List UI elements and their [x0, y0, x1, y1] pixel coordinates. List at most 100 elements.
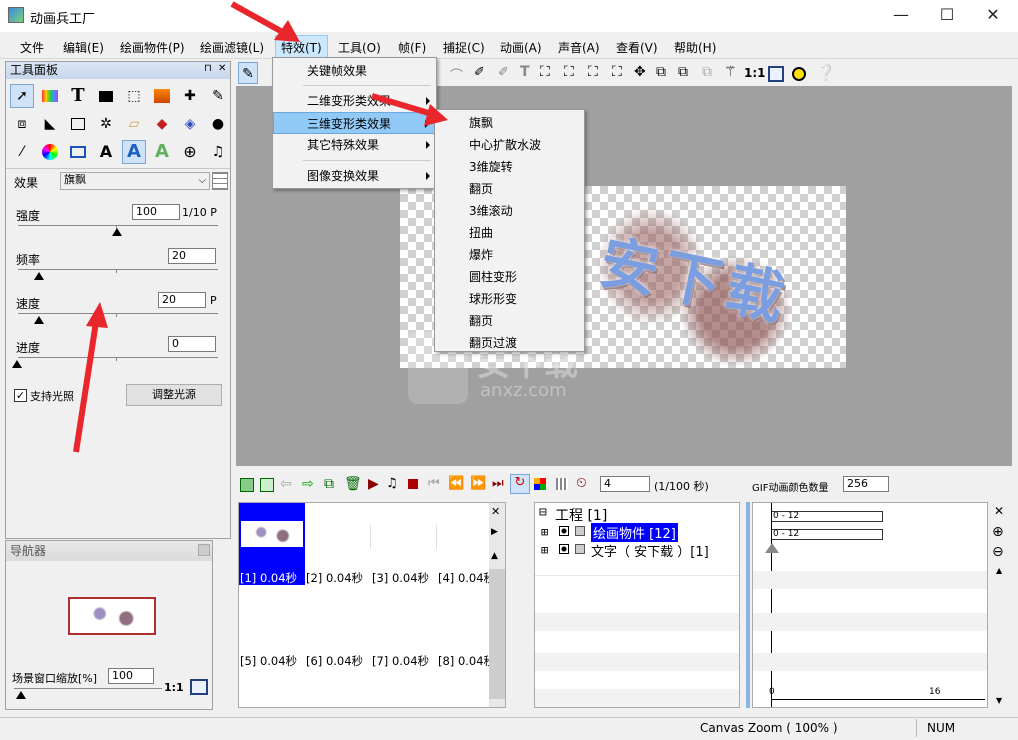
text-tool-icon[interactable]: T — [66, 84, 90, 108]
duplicate-icon[interactable]: ⧉ — [324, 476, 334, 492]
visibility-icon[interactable] — [559, 526, 569, 536]
scene-zoom-slider-thumb[interactable] — [16, 691, 26, 699]
menu-help[interactable]: 帮助(H) — [674, 39, 716, 56]
forward-icon[interactable]: ⏩ — [470, 476, 486, 491]
group-icon[interactable]: ⧉ — [678, 64, 688, 80]
frames-scroll-up-icon[interactable]: ▲ — [491, 551, 498, 561]
frames-scroll-thumb[interactable] — [489, 569, 505, 699]
dither-icon[interactable] — [556, 478, 568, 490]
eraser-tool-icon[interactable]: ▱ — [122, 112, 146, 136]
add-point-tool-icon[interactable]: ✚ — [178, 84, 202, 108]
effect-text-tool-icon[interactable]: A — [122, 140, 146, 164]
tree-expand-icon[interactable]: ⊞ — [541, 525, 548, 539]
submenu-sphere[interactable]: 球形形变 — [435, 288, 584, 310]
frames-scroll-right-icon[interactable]: ▶ — [491, 527, 498, 537]
panel-close-icon[interactable]: ✕ — [218, 63, 226, 74]
menu-paint-objects[interactable]: 绘画物件(P) — [120, 39, 185, 56]
transform-c-icon[interactable]: ⛶ — [588, 64, 598, 80]
navigator-close-icon[interactable] — [198, 544, 210, 556]
menu-tools[interactable]: 工具(O) — [338, 39, 381, 56]
menu-3d-transform[interactable]: 三维变形类效果 — [273, 112, 436, 134]
menu-image-transform[interactable]: 图像变换效果 — [273, 165, 436, 187]
frequency-slider-track[interactable] — [18, 269, 218, 270]
ratio-button[interactable]: 1:1 — [744, 66, 766, 80]
menu-2d-transform[interactable]: 二维变形类效果 — [273, 90, 436, 112]
tree-paint-object-label[interactable]: 绘画物件 [12] — [591, 523, 678, 542]
delete-frame-icon[interactable]: 🗑 — [344, 476, 362, 492]
film-tool-icon[interactable] — [38, 84, 62, 108]
text-align-icon[interactable]: T — [520, 64, 530, 80]
frame-label[interactable]: [6] 0.04秒 — [306, 653, 363, 669]
rectangle-tool-icon[interactable] — [66, 112, 90, 136]
tree-collapse-icon[interactable]: ⊟ — [539, 505, 547, 520]
loop-icon[interactable]: ↻ — [510, 474, 530, 494]
one-to-one-button[interactable]: 1:1 — [164, 681, 184, 694]
frame-delay-input[interactable]: 4 — [600, 476, 650, 492]
arrange-icon[interactable]: ⧉ — [656, 64, 666, 80]
frame-thumb-selected[interactable] — [239, 503, 305, 549]
menu-paint-filters[interactable]: 绘画滤镜(L) — [200, 39, 264, 56]
track-close-icon[interactable]: ✕ — [994, 504, 1004, 518]
submenu-ripple[interactable]: 中心扩散水波 — [435, 134, 584, 156]
gif-colors-input[interactable]: 256 — [843, 476, 889, 492]
menu-view[interactable]: 查看(V) — [616, 39, 658, 56]
help-icon[interactable]: ❔ — [816, 63, 836, 82]
lock-icon[interactable] — [575, 544, 585, 554]
grid-icon[interactable] — [212, 172, 228, 190]
lighting-checkbox[interactable]: ✓ — [14, 389, 27, 402]
menu-keyframe-effect[interactable]: 关键帧效果 — [273, 60, 436, 82]
palette-icon[interactable] — [534, 478, 546, 490]
frame-label[interactable]: [4] 0.04秒 — [438, 570, 495, 586]
transform-d-icon[interactable]: ⛶ — [612, 64, 622, 80]
frame-label[interactable]: [7] 0.04秒 — [372, 653, 429, 669]
pencil-icon[interactable]: ✎ — [238, 62, 258, 84]
color-picker-icon[interactable] — [38, 140, 62, 164]
frequency-slider-thumb[interactable] — [34, 272, 44, 280]
close-button[interactable]: ✕ — [970, 0, 1016, 32]
progress-input[interactable]: 0 — [168, 336, 216, 352]
playhead[interactable] — [771, 503, 772, 707]
eyedropper-icon[interactable]: ⁄ — [10, 140, 34, 164]
submenu-cylinder[interactable]: 圆柱变形 — [435, 266, 584, 288]
scene-zoom-input[interactable]: 100 — [108, 668, 154, 684]
submenu-3d-rotate[interactable]: 3维旋转 — [435, 156, 584, 178]
next-arrow-icon[interactable]: ⇨ — [302, 476, 314, 492]
pen-tool-icon[interactable]: ✎ — [206, 84, 230, 108]
magic-wand-icon[interactable]: ✲ — [94, 112, 118, 136]
drop-tool-icon[interactable]: ● — [206, 112, 230, 136]
submenu-3d-scroll[interactable]: 3维滚动 — [435, 200, 584, 222]
zoom-in-icon[interactable]: ⊕ — [992, 524, 1004, 540]
first-frame-icon[interactable]: ⏮ — [428, 476, 440, 491]
zoom-tool-icon[interactable]: ⊕ — [178, 140, 202, 164]
stop-icon[interactable] — [408, 479, 418, 489]
frequency-input[interactable]: 20 — [168, 248, 216, 264]
navigator-preview[interactable] — [68, 597, 156, 635]
speed-slider-track[interactable] — [18, 313, 218, 314]
frame-label[interactable]: [3] 0.04秒 — [372, 570, 429, 586]
adjust-light-button[interactable]: 调整光源 — [126, 384, 222, 406]
prev-arrow-icon[interactable]: ⇦ — [280, 476, 292, 492]
frame-label[interactable]: [8] 0.04秒 — [438, 653, 495, 669]
sound-icon[interactable]: ♫ — [386, 476, 398, 491]
scroll-down-icon[interactable]: ▼ — [996, 696, 1002, 705]
frame-label[interactable]: [5] 0.04秒 — [240, 653, 297, 669]
menu-capture[interactable]: 捕捉(C) — [443, 39, 485, 56]
new-frame-icon[interactable] — [240, 478, 254, 492]
tree-project-label[interactable]: 工程 [1] — [555, 505, 607, 525]
fit-icon[interactable] — [190, 679, 208, 695]
transform-a-icon[interactable]: ⛶ — [540, 64, 550, 80]
speed-input[interactable]: 20 — [158, 292, 206, 308]
pin-icon[interactable]: ⊓ — [204, 63, 212, 74]
select-tool-icon[interactable]: ➚ — [10, 84, 34, 108]
submenu-explode[interactable]: 爆炸 — [435, 244, 584, 266]
progress-slider-thumb[interactable] — [12, 360, 22, 368]
outline-text-tool-icon[interactable]: A — [94, 140, 118, 164]
submenu-page[interactable]: 翻页 — [435, 310, 584, 332]
strength-slider-track[interactable] — [18, 225, 218, 226]
copy-frame-icon[interactable] — [260, 478, 274, 492]
menu-file[interactable]: 文件 — [20, 39, 44, 56]
music-tool-icon[interactable]: ♫ — [206, 140, 230, 164]
frame-thumb[interactable] — [371, 525, 437, 549]
play-icon[interactable]: ▶ — [368, 476, 379, 492]
scroll-up-icon[interactable]: ▲ — [996, 566, 1002, 575]
